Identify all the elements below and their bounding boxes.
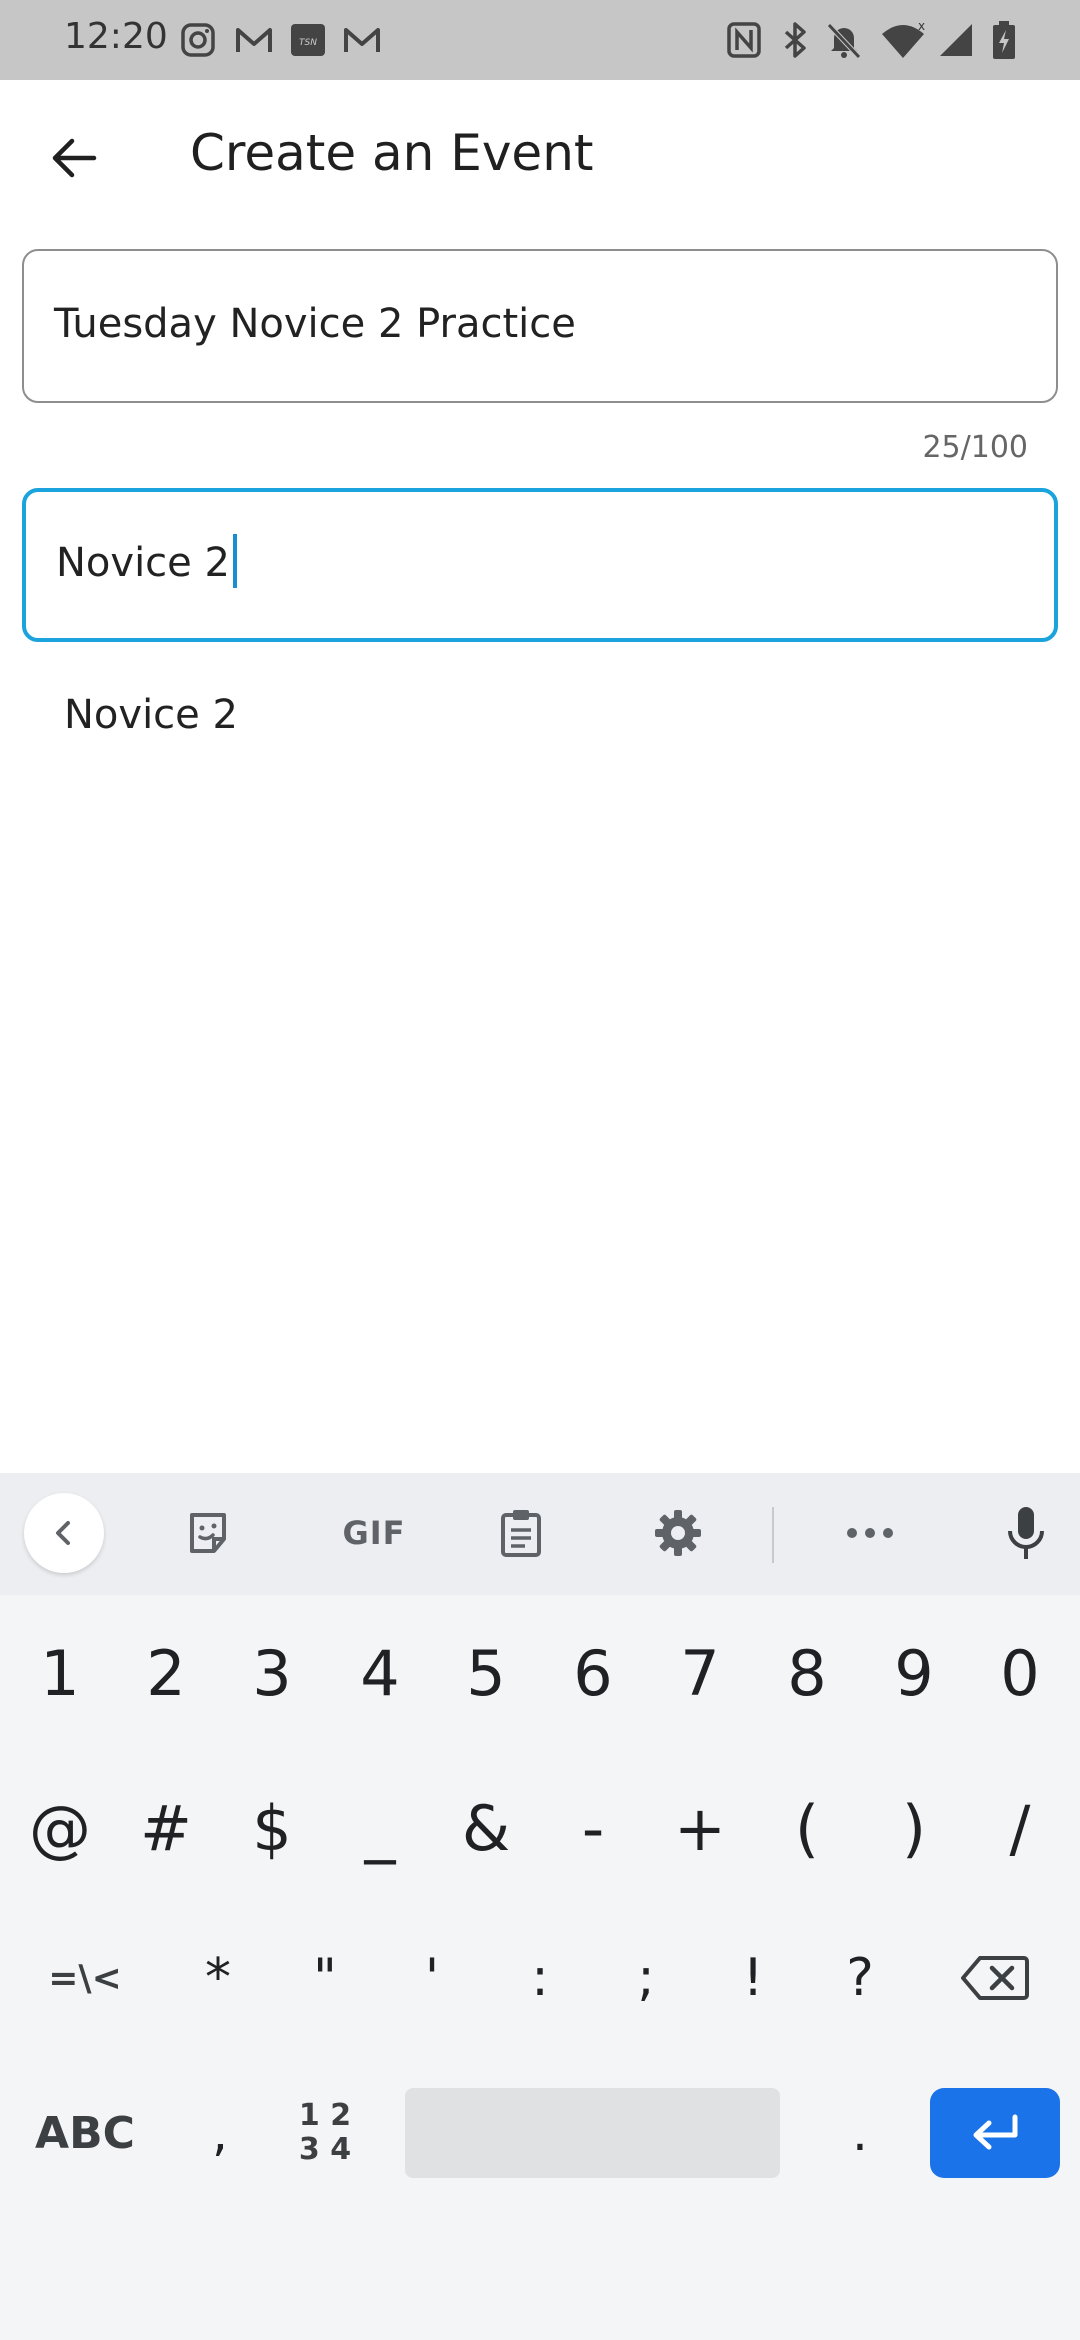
keyboard-toolbar: GIF — [0, 1473, 1080, 1595]
key-at[interactable]: @ — [10, 1778, 110, 1878]
enter-key[interactable] — [930, 2088, 1060, 2178]
gmail-icon — [344, 28, 380, 52]
key-dollar[interactable]: $ — [222, 1778, 322, 1878]
key-1[interactable]: 1 — [10, 1623, 110, 1723]
key-5[interactable]: 5 — [436, 1623, 536, 1723]
group-field-value-wrap: Novice 2 — [56, 534, 237, 588]
key-exclamation[interactable]: ! — [703, 1928, 803, 2028]
key-0[interactable]: 0 — [970, 1623, 1070, 1723]
chevron-left-icon — [56, 1521, 70, 1545]
back-arrow-icon — [52, 138, 97, 178]
key-slash[interactable]: / — [970, 1778, 1070, 1878]
voice-input-button[interactable] — [986, 1493, 1066, 1573]
key-7[interactable]: 7 — [650, 1623, 750, 1723]
group-field-value: Novice 2 — [56, 540, 230, 586]
numpad-label-top: 1 2 — [298, 2098, 352, 2133]
key-8[interactable]: 8 — [757, 1623, 857, 1723]
key-asterisk[interactable]: * — [168, 1928, 268, 2028]
more-symbols-key[interactable]: =\< — [20, 1928, 150, 2028]
key-period[interactable]: . — [810, 2088, 910, 2178]
instagram-icon — [181, 23, 215, 57]
bluetooth-icon — [784, 22, 806, 58]
nfc-icon — [727, 22, 761, 58]
key-open-paren[interactable]: ( — [757, 1778, 857, 1878]
abc-key[interactable]: ABC — [20, 2088, 150, 2178]
key-semicolon[interactable]: ; — [596, 1928, 696, 2028]
gmail-icon — [236, 28, 272, 52]
key-plus[interactable]: + — [650, 1778, 750, 1878]
text-cursor — [232, 534, 237, 588]
svg-text:x: x — [918, 20, 925, 33]
group-field[interactable]: Novice 2 — [22, 488, 1058, 642]
backspace-icon — [961, 1956, 1029, 2000]
toolbar-divider — [772, 1507, 774, 1563]
status-bar: 12:20 TSN x — [0, 0, 1080, 80]
mic-icon — [1008, 1507, 1044, 1559]
autocomplete-suggestion[interactable]: Novice 2 — [22, 670, 1058, 770]
collapse-toolbar-button[interactable] — [24, 1493, 104, 1573]
gif-label: GIF — [342, 1514, 406, 1552]
key-ampersand[interactable]: & — [436, 1778, 536, 1878]
clipboard-button[interactable] — [481, 1493, 561, 1573]
key-hash[interactable]: # — [116, 1778, 216, 1878]
app-bar: Create an Event — [0, 80, 1080, 230]
suggestion-label: Novice 2 — [64, 692, 238, 738]
event-name-field[interactable]: Tuesday Novice 2 Practice — [22, 249, 1058, 403]
numpad-key[interactable]: 1 2 3 4 — [280, 2088, 370, 2178]
key-2[interactable]: 2 — [116, 1623, 216, 1723]
status-time: 12:20 — [64, 16, 168, 57]
numpad-label-bottom: 3 4 — [298, 2132, 352, 2167]
key-4[interactable]: 4 — [330, 1623, 430, 1723]
back-button[interactable] — [34, 118, 114, 198]
gear-icon — [655, 1510, 701, 1556]
key-close-paren[interactable]: ) — [864, 1778, 964, 1878]
key-hyphen[interactable]: - — [543, 1778, 643, 1878]
event-name-value: Tuesday Novice 2 Practice — [54, 301, 576, 347]
wifi-icon: x — [882, 20, 925, 58]
backspace-key[interactable] — [940, 1928, 1050, 2028]
enter-icon — [973, 2114, 1018, 2150]
gif-button[interactable]: GIF — [324, 1493, 424, 1573]
key-underscore[interactable]: _ — [330, 1778, 430, 1878]
svg-text:TSN: TSN — [299, 38, 317, 48]
key-6[interactable]: 6 — [543, 1623, 643, 1723]
key-single-quote[interactable]: ' — [382, 1928, 482, 2028]
key-colon[interactable]: : — [490, 1928, 590, 2028]
key-question[interactable]: ? — [810, 1928, 910, 2028]
clipboard-icon — [501, 1510, 541, 1557]
sticker-icon — [190, 1513, 226, 1553]
key-9[interactable]: 9 — [864, 1623, 964, 1723]
battery-icon — [993, 21, 1015, 59]
signal-icon — [940, 24, 972, 56]
more-horizontal-icon — [847, 1528, 893, 1538]
settings-button[interactable] — [638, 1493, 718, 1573]
character-counter: 25/100 — [922, 430, 1028, 465]
space-key[interactable] — [405, 2088, 780, 2178]
tsn-icon: TSN — [291, 24, 325, 56]
key-comma[interactable]: , — [170, 2088, 270, 2178]
key-double-quote[interactable]: " — [275, 1928, 375, 2028]
sticker-button[interactable] — [168, 1493, 248, 1573]
key-3[interactable]: 3 — [222, 1623, 322, 1723]
mute-icon — [827, 23, 861, 59]
page-title: Create an Event — [190, 124, 594, 182]
more-button[interactable] — [830, 1493, 910, 1573]
keyboard: GIF 1 2 3 4 5 6 7 8 9 0 @ # $ _ & - + (… — [0, 1473, 1080, 2340]
